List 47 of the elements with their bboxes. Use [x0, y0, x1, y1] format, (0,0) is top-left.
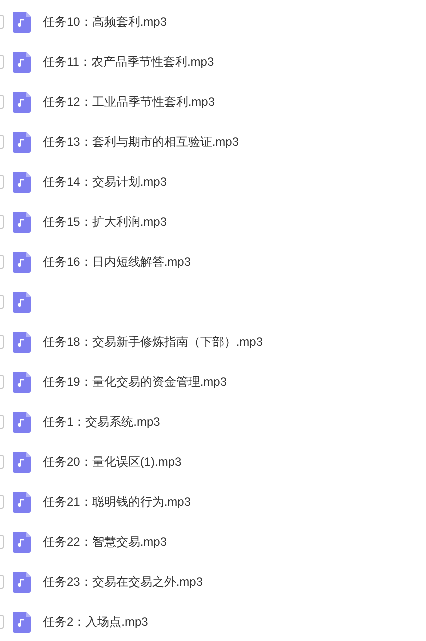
checkbox[interactable]: [0, 535, 4, 549]
audio-file-icon: [13, 572, 31, 592]
file-name[interactable]: 任务12：工业品季节性套利.mp3: [43, 93, 216, 111]
audio-file-icon: [13, 532, 31, 552]
file-name[interactable]: 任务1：交易系统.mp3: [43, 413, 160, 431]
checkbox[interactable]: [0, 415, 4, 429]
checkbox[interactable]: [0, 255, 4, 269]
audio-file-icon: [13, 412, 31, 432]
audio-file-icon: [13, 12, 31, 32]
audio-file-icon: [13, 452, 31, 472]
file-name[interactable]: 任务23：交易在交易之外.mp3: [43, 573, 204, 591]
checkbox[interactable]: [0, 575, 4, 589]
file-name[interactable]: 任务10：高频套利.mp3: [43, 13, 168, 31]
checkbox[interactable]: [0, 615, 4, 629]
file-name[interactable]: 任务15：扩大利润.mp3: [43, 213, 168, 231]
checkbox[interactable]: [0, 495, 4, 509]
audio-file-icon: [13, 492, 31, 512]
file-name[interactable]: 任务19：量化交易的资金管理.mp3: [43, 373, 228, 391]
file-name[interactable]: 任务18：交易新手修炼指南（下部）.mp3: [43, 333, 264, 351]
checkbox[interactable]: [0, 135, 4, 149]
checkbox[interactable]: [0, 335, 4, 349]
audio-file-icon: [13, 172, 31, 192]
file-name[interactable]: 任务21：聪明钱的行为.mp3: [43, 493, 192, 511]
checkbox[interactable]: [0, 295, 4, 309]
checkbox[interactable]: [0, 175, 4, 189]
checkbox[interactable]: [0, 455, 4, 469]
checkbox[interactable]: [0, 215, 4, 229]
file-name[interactable]: 任务16：日内短线解答.mp3: [43, 253, 192, 271]
audio-file-icon: [13, 372, 31, 392]
audio-file-icon: [13, 92, 31, 112]
file-name[interactable]: 任务22：智慧交易.mp3: [43, 533, 168, 551]
audio-file-icon: [13, 212, 31, 232]
checkbox[interactable]: [0, 95, 4, 109]
audio-file-icon: [13, 252, 31, 272]
file-name[interactable]: 任务11：农产品季节性套利.mp3: [43, 53, 214, 71]
checkbox[interactable]: [0, 375, 4, 389]
file-name[interactable]: 任务20：量化误区(1).mp3: [43, 453, 182, 471]
checkbox[interactable]: [0, 15, 4, 29]
checkbox[interactable]: [0, 55, 4, 69]
audio-file-icon: [13, 132, 31, 152]
file-name[interactable]: 任务13：套利与期市的相互验证.mp3: [43, 133, 240, 151]
audio-file-icon: [13, 332, 31, 352]
audio-file-icon: [13, 292, 31, 312]
audio-file-icon: [13, 52, 31, 72]
file-name[interactable]: 任务2：入场点.mp3: [43, 613, 148, 631]
audio-file-icon: [13, 612, 31, 632]
file-name[interactable]: 任务14：交易计划.mp3: [43, 173, 168, 191]
